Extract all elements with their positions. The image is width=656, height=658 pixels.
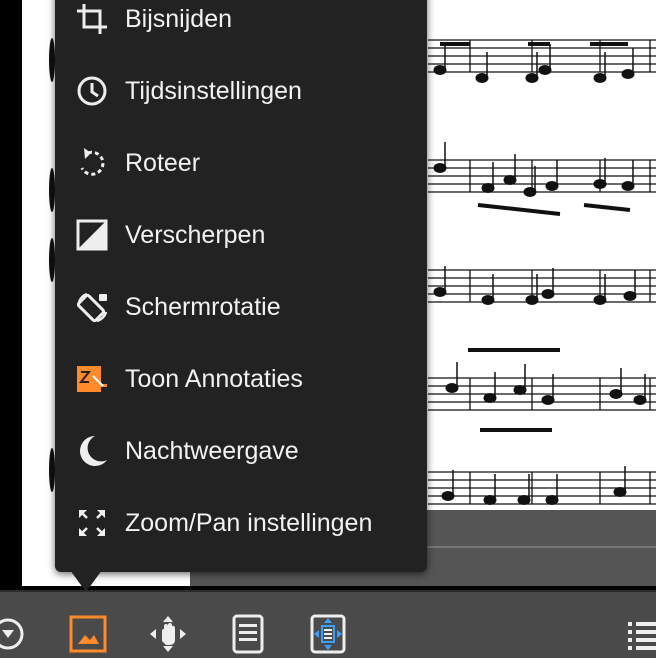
menu-item-tijdsinstellingen[interactable]: Tijdsinstellingen bbox=[55, 55, 427, 127]
menu-item-label: Verscherpen bbox=[125, 220, 266, 249]
menu-item-zoom-pan-instellingen[interactable]: Zoom/Pan instellingen bbox=[55, 487, 427, 559]
list-menu-icon[interactable] bbox=[622, 614, 656, 654]
menu-item-label: Schermrotatie bbox=[125, 292, 281, 321]
menu-item-label: Zoom/Pan instellingen bbox=[125, 508, 373, 537]
annotations-icon bbox=[75, 362, 109, 396]
bottom-toolbar bbox=[0, 590, 656, 658]
menu-item-nachtweergave[interactable]: Nachtweergave bbox=[55, 415, 427, 487]
crop-icon bbox=[75, 2, 109, 36]
menu-item-label: Tijdsinstellingen bbox=[125, 76, 302, 105]
rotate-icon bbox=[75, 146, 109, 180]
pan-hand-icon[interactable] bbox=[148, 614, 188, 654]
sharpen-icon bbox=[75, 218, 109, 252]
menu-pointer-arrow bbox=[70, 570, 102, 592]
menu-item-roteer[interactable]: Roteer bbox=[55, 127, 427, 199]
image-icon[interactable] bbox=[68, 614, 108, 654]
menu-item-verscherpen[interactable]: Verscherpen bbox=[55, 199, 427, 271]
menu-item-label: Bijsnijden bbox=[125, 4, 233, 33]
menu-item-label: Toon Annotaties bbox=[125, 364, 303, 393]
dropdown-circle-icon[interactable] bbox=[0, 614, 32, 654]
image-options-menu: Bijsnijden Tijdsinstellingen Roteer Versche… bbox=[55, 0, 427, 572]
fit-page-icon[interactable] bbox=[308, 614, 348, 654]
menu-item-bijsnijden[interactable]: Bijsnijden bbox=[55, 0, 427, 55]
menu-item-label: Nachtweergave bbox=[125, 436, 299, 465]
menu-item-schermrotatie[interactable]: Schermrotatie bbox=[55, 271, 427, 343]
screen-rotation-icon bbox=[75, 290, 109, 324]
page-icon[interactable] bbox=[228, 614, 268, 654]
menu-item-label: Roteer bbox=[125, 148, 201, 177]
clock-icon bbox=[75, 74, 109, 108]
moon-icon bbox=[75, 434, 109, 468]
zoom-pan-icon bbox=[75, 506, 109, 540]
menu-item-toon-annotaties[interactable]: Toon Annotaties bbox=[55, 343, 427, 415]
